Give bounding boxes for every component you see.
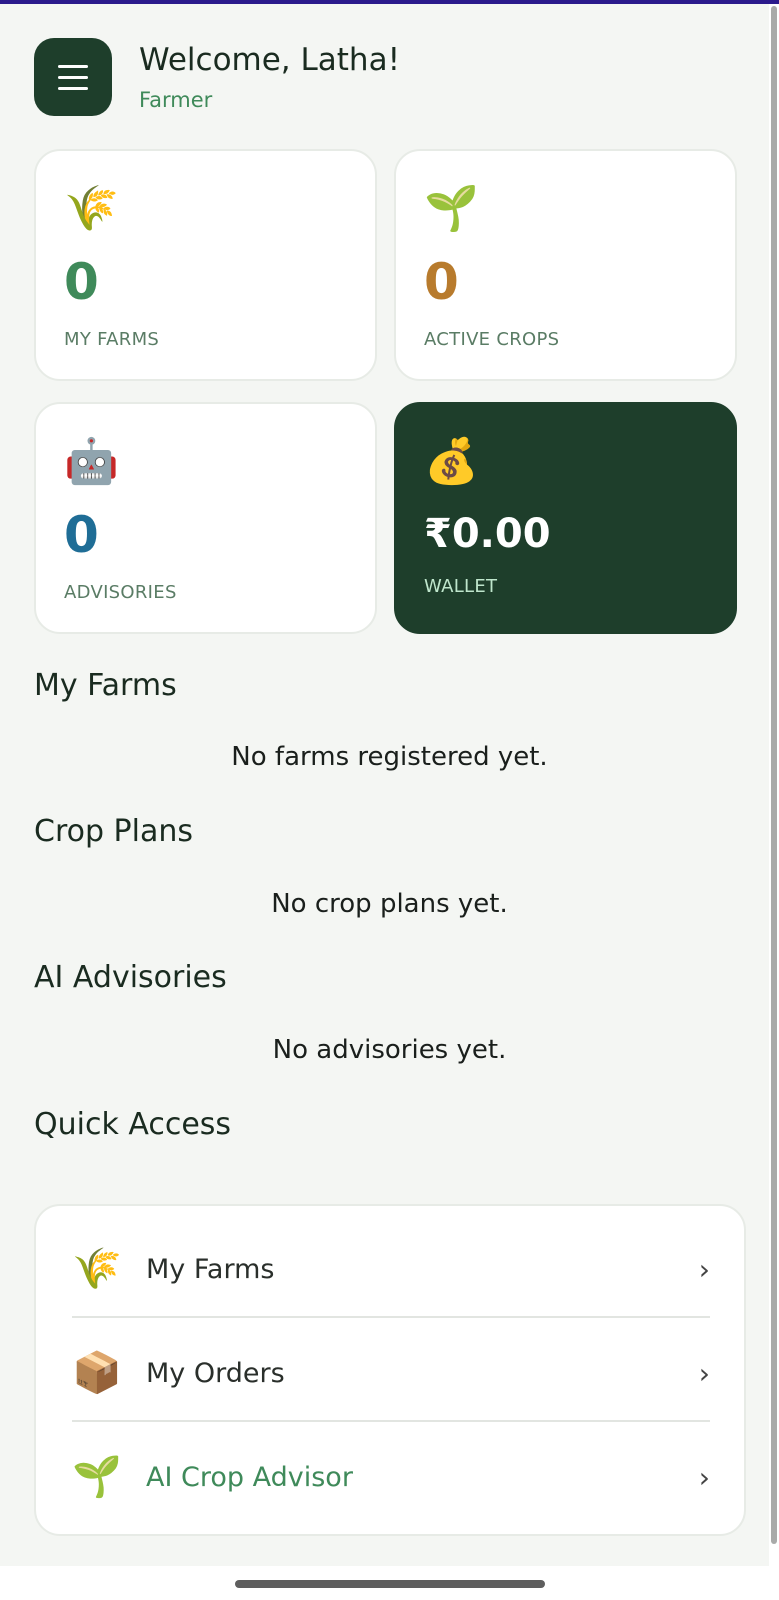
chevron-right-icon: ›: [698, 1460, 710, 1494]
status-bar-accent: [0, 0, 779, 4]
stat-card-active-crops[interactable]: 🌱 0 ACTIVE CROPS: [394, 149, 737, 381]
quick-access-label: My Orders: [146, 1357, 285, 1389]
user-role: Farmer: [139, 87, 213, 112]
section-title-quick-access: Quick Access: [34, 1107, 232, 1142]
chevron-right-icon: ›: [698, 1356, 710, 1390]
stat-label: MY FARMS: [64, 329, 160, 350]
empty-advisories-message: No advisories yet.: [272, 1035, 507, 1065]
rice-sheaf-icon: 🌾: [64, 183, 119, 234]
menu-button[interactable]: [34, 38, 112, 116]
package-icon: 📦: [72, 1350, 122, 1396]
empty-crops-message: No crop plans yet.: [271, 889, 508, 919]
quick-access-ai-crop-advisor[interactable]: 🌱 AI Crop Advisor ›: [72, 1424, 710, 1530]
stat-value: 0: [64, 253, 99, 311]
divider: [72, 1420, 710, 1422]
menu-icon: [58, 75, 88, 79]
section-title-crop-plans: Crop Plans: [34, 814, 194, 849]
stat-label: ADVISORIES: [64, 582, 177, 603]
header: Welcome, Latha! Farmer: [34, 38, 400, 116]
quick-access-my-orders[interactable]: 📦 My Orders ›: [72, 1320, 710, 1426]
stat-card-my-farms[interactable]: 🌾 0 MY FARMS: [34, 149, 377, 381]
stat-value: 0: [64, 506, 99, 564]
menu-icon: [58, 64, 88, 68]
seedling-icon: 🌱: [424, 183, 479, 234]
welcome-block: Welcome, Latha! Farmer: [139, 42, 400, 111]
stat-label: ACTIVE CROPS: [424, 329, 560, 350]
seedling-icon: 🌱: [72, 1454, 122, 1500]
section-title-my-farms: My Farms: [34, 668, 177, 703]
stat-value: 0: [424, 253, 459, 311]
stat-card-advisories[interactable]: 🤖 0 ADVISORIES: [34, 402, 377, 634]
home-indicator[interactable]: [235, 1580, 545, 1588]
section-title-ai-advisories: AI Advisories: [34, 960, 227, 995]
money-bag-icon: 💰: [424, 436, 479, 487]
menu-icon: [58, 86, 88, 90]
welcome-title: Welcome, Latha!: [139, 42, 401, 79]
stat-card-wallet[interactable]: 💰 ₹0.00 WALLET: [394, 402, 737, 634]
empty-farms-message: No farms registered yet.: [231, 742, 548, 772]
scrollbar-thumb[interactable]: [771, 6, 777, 1544]
wallet-balance: ₹0.00: [424, 511, 551, 557]
robot-icon: 🤖: [64, 436, 119, 487]
quick-access-label: My Farms: [146, 1253, 275, 1285]
quick-access-label: AI Crop Advisor: [146, 1461, 353, 1493]
divider: [72, 1316, 710, 1318]
quick-access-card: 🌾 My Farms › 📦 My Orders › 🌱 AI Crop Adv…: [34, 1204, 746, 1536]
stat-label: WALLET: [424, 576, 498, 597]
rice-sheaf-icon: 🌾: [72, 1246, 122, 1292]
quick-access-my-farms[interactable]: 🌾 My Farms ›: [72, 1216, 710, 1322]
chevron-right-icon: ›: [698, 1252, 710, 1286]
